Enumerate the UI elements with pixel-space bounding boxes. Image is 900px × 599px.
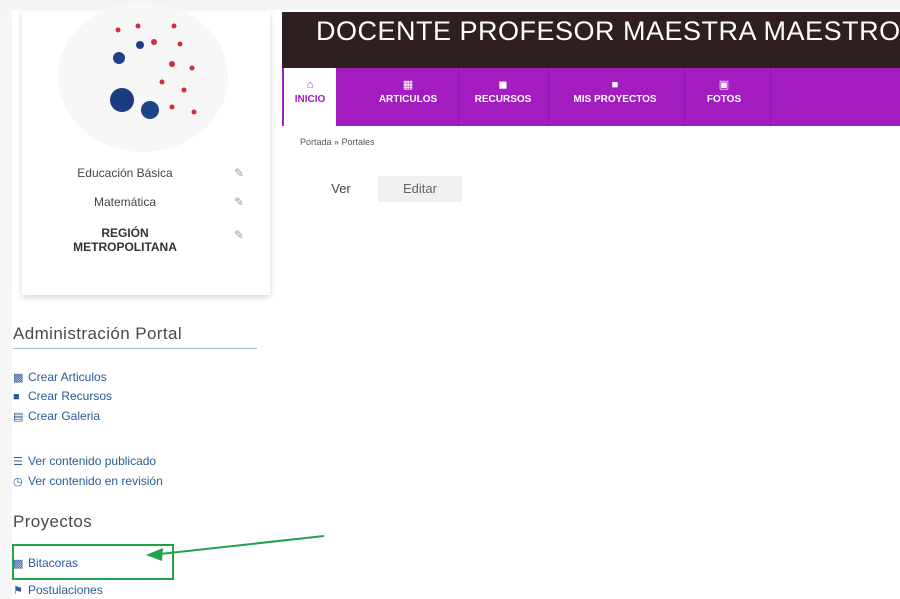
annotation-arrow	[146, 535, 325, 561]
